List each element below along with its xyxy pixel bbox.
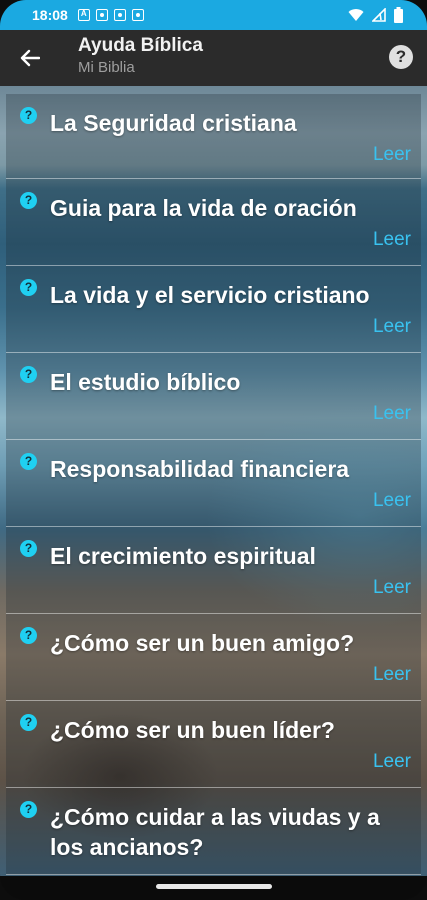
topic-list: ? La Seguridad cristiana Leer ? Guia par…	[6, 94, 421, 875]
question-mark-icon: ?	[20, 279, 37, 296]
back-button[interactable]	[14, 42, 46, 74]
list-item[interactable]: ? Responsabilidad financiera Leer	[6, 440, 421, 527]
list-item[interactable]: ? Guia para la vida de oración Leer	[6, 179, 421, 266]
question-mark-icon: ?	[20, 107, 37, 124]
list-item-title: El crecimiento espiritual	[50, 543, 316, 569]
question-mark-icon: ?	[20, 453, 37, 470]
list-item[interactable]: ? ¿Cómo cuidar a las viudas y a los anci…	[6, 788, 421, 875]
list-item[interactable]: ? La Seguridad cristiana Leer	[6, 94, 421, 179]
navigation-bar	[0, 876, 427, 900]
signal-icon	[372, 8, 386, 22]
list-item-title: ¿Cómo ser un buen amigo?	[50, 630, 355, 656]
notification-icons	[77, 9, 144, 21]
status-bar: 18:08	[0, 0, 427, 30]
read-link[interactable]: Leer	[373, 490, 411, 512]
list-item-title: La vida y el servicio cristiano	[50, 282, 370, 308]
list-item-title: ¿Cómo cuidar a las viudas y a los ancian…	[50, 804, 380, 860]
list-item-title: ¿Cómo ser un buen líder?	[50, 717, 335, 743]
notification-icon-a	[77, 9, 90, 21]
read-link[interactable]: Leer	[373, 316, 411, 338]
question-mark-icon: ?	[20, 627, 37, 644]
read-link[interactable]: Leer	[373, 229, 411, 251]
list-item[interactable]: ? El crecimiento espiritual Leer	[6, 527, 421, 614]
read-link[interactable]: Leer	[373, 577, 411, 599]
notification-icon-b	[95, 9, 108, 21]
list-item-title: El estudio bíblico	[50, 369, 241, 395]
read-link[interactable]: Leer	[373, 403, 411, 425]
read-link[interactable]: Leer	[373, 144, 411, 166]
question-mark-icon: ?	[20, 192, 37, 209]
app-bar-titles: Ayuda Bíblica Mi Biblia	[78, 34, 203, 78]
wifi-icon	[348, 9, 364, 21]
help-button[interactable]: ?	[389, 45, 413, 69]
home-indicator[interactable]	[156, 884, 272, 889]
page-title: Ayuda Bíblica	[78, 35, 203, 56]
question-mark-icon: ?	[20, 714, 37, 731]
list-item-title: Guia para la vida de oración	[50, 195, 357, 221]
status-time: 18:08	[32, 7, 68, 23]
read-link[interactable]: Leer	[373, 664, 411, 686]
system-icons	[348, 7, 403, 23]
phone-screen: 18:08 Ayuda Bí	[0, 0, 427, 900]
help-icon: ?	[395, 47, 407, 66]
list-item[interactable]: ? ¿Cómo ser un buen líder? Leer	[6, 701, 421, 788]
list-item-title: Responsabilidad financiera	[50, 456, 350, 482]
list-item[interactable]: ? La vida y el servicio cristiano Leer	[6, 266, 421, 353]
question-mark-icon: ?	[20, 801, 37, 818]
notification-icon-c	[113, 9, 126, 21]
notification-icon-d	[131, 9, 144, 21]
arrow-left-icon	[20, 49, 40, 67]
list-item-title: La Seguridad cristiana	[50, 110, 297, 136]
question-mark-icon: ?	[20, 540, 37, 557]
list-item[interactable]: ? ¿Cómo ser un buen amigo? Leer	[6, 614, 421, 701]
list-item[interactable]: ? El estudio bíblico Leer	[6, 353, 421, 440]
topic-list-container[interactable]: ? La Seguridad cristiana Leer ? Guia par…	[0, 86, 427, 876]
app-bar: Ayuda Bíblica Mi Biblia ?	[0, 30, 427, 86]
question-mark-icon: ?	[20, 366, 37, 383]
page-subtitle: Mi Biblia	[78, 59, 135, 76]
read-link[interactable]: Leer	[373, 751, 411, 773]
battery-icon	[394, 7, 403, 23]
